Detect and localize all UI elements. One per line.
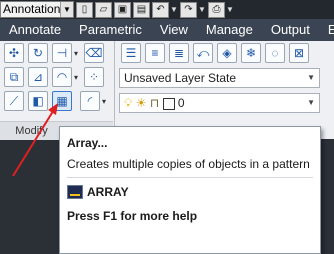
workspace-label: Annotation [3,2,61,16]
layer-isolate-icon[interactable]: ◈ [217,43,237,63]
mirror-icon[interactable]: ⊿ [28,67,48,87]
lightbulb-icon: 💡︎ [124,96,133,110]
layer-properties-icon[interactable]: ☰ [121,43,141,63]
tab-express[interactable]: Ex [319,19,334,41]
new-file-icon[interactable]: ▯ [76,1,93,18]
offset-dropdown-icon[interactable]: ▾ [102,97,106,106]
unlock-icon: ⊓ [149,96,160,110]
scale-icon[interactable]: ◧ [28,91,48,111]
sun-icon: ☀ [135,96,147,110]
print-icon[interactable]: ⎙ [208,1,225,18]
tab-parametric[interactable]: Parametric [70,19,151,41]
quick-access-toolbar: Annotation ▼ ▯ ▱ ▣ ▤ ↶ ▼ ↷ ▼ ⎙ ▼ [0,0,334,19]
tooltip-divider [67,177,313,178]
layer-state-dropdown[interactable]: Unsaved Layer State ▼ [119,68,320,88]
tab-output[interactable]: Output [262,19,319,41]
layers-panel: ☰ ≡ ≣ ⤺ ◈ ❄ ◌ ⊠ Unsaved Layer State ▼ 💡︎… [115,41,334,139]
chevron-down-icon: ▼ [307,73,315,82]
undo-dropdown-icon[interactable]: ▼ [170,2,178,18]
trim-dropdown-icon[interactable]: ▾ [74,49,78,58]
explode-icon[interactable]: ⁘ [84,67,104,87]
qat-more-icon[interactable]: ▼ [226,2,234,18]
redo-dropdown-icon[interactable]: ▼ [198,2,206,18]
tooltip-description: Creates multiple copies of objects in a … [67,157,310,171]
current-layer-name: 0 [177,96,185,110]
tooltip-title: Array... [67,136,108,150]
layer-freeze-icon[interactable]: ❄ [241,43,261,63]
chevron-down-icon: ▼ [60,2,73,17]
layer-previous-icon[interactable]: ⤺ [193,43,213,63]
layer-dropdown[interactable]: 💡︎ ☀ ⊓ 0 ▼ [119,93,320,113]
layer-color-swatch [162,97,175,110]
tab-annotate[interactable]: Annotate [0,19,70,41]
rotate-icon[interactable]: ↻ [28,43,48,63]
modify-panel: ✣ ↻ ⊣ ▾ ⌫ ⧉ ⊿ ◠ ▾ ⁘ ⟋ ◧ ▦ ◜ ▾ Modify [0,41,115,140]
layer-make-current-icon[interactable]: ≡ [145,43,165,63]
fillet-icon[interactable]: ◠ [52,67,72,87]
save-as-icon[interactable]: ▤ [133,1,150,18]
copy-icon[interactable]: ⧉ [4,67,24,87]
ribbon: ✣ ↻ ⊣ ▾ ⌫ ⧉ ⊿ ◠ ▾ ⁘ ⟋ ◧ ▦ ◜ ▾ Modify ☰ ≡… [0,41,334,140]
erase-icon[interactable]: ⌫ [84,43,104,63]
command-line-icon [67,185,83,199]
chevron-down-icon: ▼ [307,98,315,107]
fillet-dropdown-icon[interactable]: ▾ [74,73,78,82]
save-icon[interactable]: ▣ [114,1,131,18]
layer-off-icon[interactable]: ◌ [265,43,285,63]
stretch-icon[interactable]: ⟋ [4,91,24,111]
move-icon[interactable]: ✣ [4,43,24,63]
tooltip-command: ARRAY [87,185,129,199]
tab-view[interactable]: View [151,19,197,41]
trim-icon[interactable]: ⊣ [52,43,72,63]
redo-icon[interactable]: ↷ [180,1,197,18]
undo-icon[interactable]: ↶ [152,1,169,18]
layer-lock-icon[interactable]: ⊠ [289,43,309,63]
workspace-dropdown[interactable]: Annotation ▼ [0,1,74,18]
layer-match-icon[interactable]: ≣ [169,43,189,63]
ribbon-tab-bar: Annotate Parametric View Manage Output E… [0,19,334,41]
array-tooltip: Array... Creates multiple copies of obje… [59,126,321,254]
open-folder-icon[interactable]: ▱ [95,1,112,18]
tab-manage[interactable]: Manage [197,19,262,41]
offset-icon[interactable]: ◜ [80,91,100,111]
tooltip-help: Press F1 for more help [67,209,198,223]
array-icon[interactable]: ▦ [52,91,72,111]
layer-state-value: Unsaved Layer State [124,71,237,85]
